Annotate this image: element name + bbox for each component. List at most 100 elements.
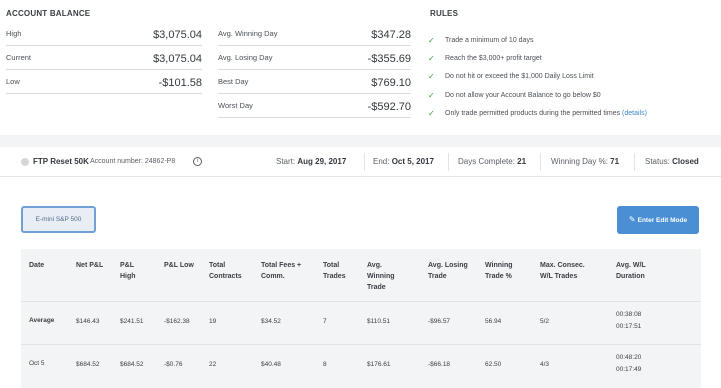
days-complete: Days Complete: 21 bbox=[458, 157, 526, 166]
info-icon[interactable]: i bbox=[193, 157, 202, 166]
check-icon: ✓ bbox=[428, 54, 435, 64]
balance-low-row: Low -$101.58 bbox=[6, 70, 202, 94]
cell-pl-high: $241.51 bbox=[120, 318, 144, 325]
balance-current-label: Current bbox=[6, 53, 32, 62]
col-header-winning-trade-pct: Winning Trade % bbox=[485, 262, 513, 280]
account-number: Account number: 24862-P8 bbox=[90, 158, 175, 165]
col-header-total-trades: Total Trades bbox=[323, 262, 346, 280]
cell-pl-low: -$0.76 bbox=[164, 361, 183, 368]
col-header-total-fees: Total Fees + Comm. bbox=[261, 262, 302, 280]
check-icon: ✓ bbox=[428, 90, 435, 100]
balance-low-value: -$101.58 bbox=[158, 77, 202, 89]
account-status: Status: Closed bbox=[645, 157, 699, 166]
win-label: Winning Day %: bbox=[551, 157, 608, 166]
account-number-value: 24862-P8 bbox=[144, 158, 176, 165]
win-value: 71 bbox=[610, 157, 620, 166]
account-header: FTP Reset 50K Account number: 24862-P8 i… bbox=[0, 147, 721, 177]
cell-total-contracts: 22 bbox=[209, 361, 217, 368]
rule-item: ✓ Reach the $3,000+ profit target bbox=[428, 50, 718, 68]
best-day-row: Best Day $769.10 bbox=[218, 70, 411, 94]
cell-avg-winning-trade: $176.61 bbox=[367, 361, 391, 368]
rule-item: ✓ Only trade permitted products during th… bbox=[428, 105, 718, 123]
details-link[interactable]: (details) bbox=[622, 110, 647, 117]
account-number-label: Account number: bbox=[90, 158, 143, 165]
balance-current-row: Current $3,075.04 bbox=[6, 46, 202, 70]
enter-edit-mode-button[interactable]: ✎ Enter Edit Mode bbox=[617, 206, 699, 234]
start-label: Start: bbox=[276, 157, 296, 166]
balance-high-value: $3,075.04 bbox=[153, 29, 202, 41]
col-header-max-consec: Max. Consec. W/L Trades bbox=[540, 262, 585, 280]
worst-day-row: Worst Day -$592.70 bbox=[218, 94, 411, 118]
cell-max-consec: 4/3 bbox=[540, 361, 550, 368]
cell-total-contracts: 19 bbox=[209, 318, 217, 325]
best-day-label: Best Day bbox=[218, 77, 249, 86]
avg-losing-day-value: -$355.69 bbox=[367, 53, 411, 65]
cell-winning-trade-pct: 62.50 bbox=[485, 361, 502, 368]
table-row[interactable]: Oct 5 $684.52 $684.52 -$0.76 22 $40.48 8… bbox=[21, 344, 701, 388]
col-header-total-contracts: Total Contracts bbox=[209, 262, 242, 280]
avg-losing-day-row: Avg. Losing Day -$355.69 bbox=[218, 46, 411, 70]
col-header-avg-wl-duration: Avg. W/L Duration bbox=[616, 262, 646, 280]
col-header-pl-high: P&L High bbox=[120, 262, 136, 280]
status-dot-icon bbox=[21, 158, 29, 166]
end-label: End: bbox=[373, 157, 390, 166]
avg-winning-day-value: $347.28 bbox=[371, 29, 411, 41]
rule-text: Trade a minimum of 10 days bbox=[445, 37, 534, 44]
pencil-icon: ✎ bbox=[628, 215, 636, 224]
rule-text: Do not allow your Account Balance to go … bbox=[445, 91, 601, 99]
status-value: Closed bbox=[672, 157, 699, 166]
divider bbox=[540, 153, 541, 171]
daily-stats-section: E-mini S&P 500 ✎ Enter Edit Mode Date Net… bbox=[0, 178, 721, 388]
rule-text: Only trade permitted products during the… bbox=[445, 109, 621, 117]
divider bbox=[364, 153, 365, 171]
cell-total-fees: $34.52 bbox=[261, 318, 281, 325]
balance-low-label: Low bbox=[6, 77, 20, 86]
rule-item: ✓ Trade a minimum of 10 days bbox=[428, 32, 718, 50]
rule-text: Reach the $3,000+ profit target bbox=[445, 55, 542, 63]
cell-avg-winning-trade: $110.51 bbox=[367, 318, 391, 325]
cell-max-consec: 5/2 bbox=[540, 318, 550, 325]
cell-avg-loss-duration: 00:17:51 bbox=[616, 323, 642, 330]
start-value: Aug 29, 2017 bbox=[297, 157, 347, 166]
days-label: Days Complete: bbox=[458, 157, 515, 166]
divider bbox=[448, 153, 449, 171]
cell-total-trades: 7 bbox=[323, 318, 327, 325]
avg-winning-day-label: Avg. Winning Day bbox=[218, 29, 278, 38]
product-tab-emini-sp500[interactable]: E-mini S&P 500 bbox=[21, 206, 96, 233]
section-divider bbox=[0, 135, 721, 147]
end-value: Oct 5, 2017 bbox=[391, 157, 434, 166]
cell-avg-win-duration: 00:38:08 bbox=[616, 311, 642, 318]
rule-item: ✓ Do not allow your Account Balance to go… bbox=[428, 87, 718, 105]
check-icon: ✓ bbox=[428, 108, 435, 118]
col-header-net-pl: Net P&L bbox=[76, 262, 104, 269]
col-header-avg-losing-trade: Avg. Losing Trade bbox=[428, 262, 468, 280]
cell-pl-high: $684.52 bbox=[120, 361, 144, 368]
cell-avg-loss-duration: 00:17:49 bbox=[616, 366, 642, 373]
rules-list: ✓ Trade a minimum of 10 days ✓ Reach the $… bbox=[428, 32, 718, 123]
account-name: FTP Reset 50K bbox=[33, 157, 89, 166]
col-header-date: Date bbox=[29, 262, 45, 269]
check-icon: ✓ bbox=[428, 36, 435, 45]
start-date: Start: Aug 29, 2017 bbox=[276, 157, 346, 166]
col-header-pl-low: P&L Low bbox=[164, 262, 194, 269]
rule-text: Do not hit or exceed the $1,000 Daily Lo… bbox=[445, 73, 594, 81]
rules-title: RULES bbox=[430, 9, 459, 18]
cell-avg-losing-trade: -$66.18 bbox=[428, 361, 451, 368]
avg-winning-day-row: Avg. Winning Day $347.28 bbox=[218, 22, 411, 46]
table-row[interactable]: Average $146.43 $241.51 -$162.38 19 $34.… bbox=[21, 301, 701, 344]
divider bbox=[634, 153, 635, 171]
check-icon: ✓ bbox=[428, 72, 435, 82]
balance-high-row: High $3,075.04 bbox=[6, 22, 202, 46]
rule-item: ✓ Do not hit or exceed the $1,000 Daily L… bbox=[428, 68, 718, 86]
worst-day-label: Worst Day bbox=[218, 101, 253, 110]
status-label: Status: bbox=[645, 157, 670, 166]
cell-winning-trade-pct: 56.94 bbox=[485, 318, 502, 325]
summary-panel: ACCOUNT BALANCE High $3,075.04 Current $… bbox=[0, 0, 721, 135]
edit-mode-label: Enter Edit Mode bbox=[637, 217, 688, 224]
cell-net-pl: $146.43 bbox=[76, 318, 100, 325]
daily-stats-table: Date Net P&L P&L High P&L Low Total Cont… bbox=[21, 249, 701, 388]
avg-losing-day-label: Avg. Losing Day bbox=[218, 53, 273, 62]
cell-total-trades: 8 bbox=[323, 361, 327, 368]
account-balance-title: ACCOUNT BALANCE bbox=[6, 9, 91, 18]
cell-avg-win-duration: 00:48:20 bbox=[616, 354, 642, 361]
